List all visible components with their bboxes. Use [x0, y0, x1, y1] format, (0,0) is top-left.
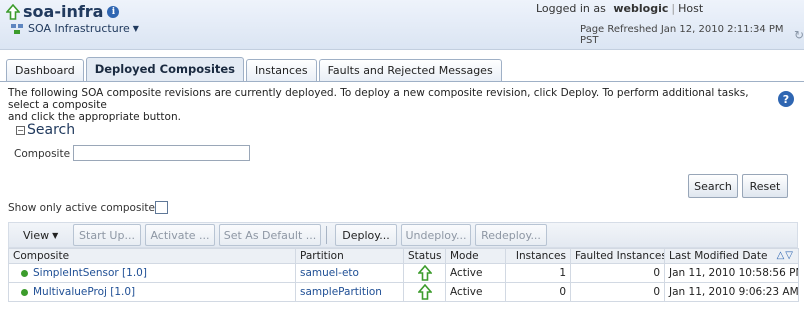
up-status-icon: [417, 284, 432, 300]
composite-input[interactable]: [73, 145, 250, 161]
deploy-button[interactable]: Deploy...: [335, 224, 397, 246]
composite-link[interactable]: MultivalueProj [1.0]: [33, 286, 135, 298]
column-header-last-modified[interactable]: Last Modified Date △▽: [664, 248, 799, 264]
search-heading: Search: [27, 122, 76, 138]
description-line-2: and click the appropriate button.: [8, 111, 181, 123]
sort-icon[interactable]: △▽: [777, 250, 794, 261]
view-menu-label: View: [23, 229, 50, 242]
composite-link[interactable]: SimpleIntSensor [1.0]: [33, 267, 147, 279]
target-menu-label: SOA Infrastructure: [28, 22, 130, 35]
page-title: soa-infra: [23, 2, 104, 21]
last-modified-cell: Jan 11, 2010 9:06:23 AM: [664, 282, 799, 302]
page-refreshed-text: Page Refreshed Jan 12, 2010 2:11:34 PM P…: [580, 24, 784, 46]
up-status-icon: [6, 3, 20, 20]
collapse-icon[interactable]: −: [16, 125, 25, 135]
active-status-dot-icon: [21, 269, 28, 277]
instances-cell: 1: [505, 263, 571, 283]
refresh-icon[interactable]: ↻: [794, 28, 804, 42]
target-menu[interactable]: SOA Infrastructure ▼: [10, 22, 139, 35]
help-icon[interactable]: ?: [778, 91, 794, 107]
set-as-default-button[interactable]: Set As Default ...: [219, 224, 321, 246]
last-modified-label: Last Modified Date: [669, 250, 768, 262]
user-name[interactable]: weblogic: [613, 2, 668, 15]
partition-link[interactable]: samplePartition: [300, 286, 382, 298]
faulted-instances-cell: 0: [570, 263, 665, 283]
column-header-composite[interactable]: Composite: [8, 248, 296, 264]
table-header-row: Composite Partition Status Mode Instance…: [8, 248, 799, 264]
instances-cell: 0: [505, 282, 571, 302]
page-header: soa-infra i SOA Infrastructure ▼ Logged …: [0, 0, 804, 50]
chevron-down-icon: ▼: [52, 231, 59, 240]
active-status-dot-icon: [21, 288, 28, 296]
soa-infrastructure-icon: [11, 23, 23, 34]
activate-button[interactable]: Activate ...: [145, 224, 215, 246]
mode-cell: Active: [445, 282, 506, 302]
search-button[interactable]: Search: [688, 174, 738, 198]
tab-dashboard[interactable]: Dashboard: [6, 59, 84, 82]
refresh-status: Page Refreshed Jan 12, 2010 2:11:34 PM P…: [580, 24, 804, 46]
start-up-button[interactable]: Start Up...: [73, 224, 141, 246]
faulted-instances-cell: 0: [570, 282, 665, 302]
mode-cell: Active: [445, 263, 506, 283]
table-toolbar: View ▼ Start Up... Activate ... Set As D…: [8, 222, 798, 248]
table-row[interactable]: MultivalueProj [1.0] samplePartition Act…: [8, 282, 799, 302]
description-line-1: The following SOA composite revisions ar…: [8, 87, 749, 111]
redeploy-button[interactable]: Redeploy...: [475, 224, 547, 246]
info-icon[interactable]: i: [107, 5, 120, 18]
column-header-instances[interactable]: Instances: [505, 248, 571, 264]
composite-label: Composite: [14, 148, 71, 160]
status-cell: [403, 282, 446, 302]
chevron-down-icon: ▼: [132, 24, 139, 33]
column-header-faulted-instances[interactable]: Faulted Instances: [570, 248, 665, 264]
tab-divider: [0, 81, 804, 82]
table-row[interactable]: SimpleIntSensor [1.0] samuel-eto Active …: [8, 263, 799, 283]
tab-instances[interactable]: Instances: [246, 59, 317, 82]
composites-table: Composite Partition Status Mode Instance…: [8, 248, 799, 302]
reset-button[interactable]: Reset: [742, 174, 788, 198]
status-cell: [403, 263, 446, 283]
search-section-header[interactable]: − Search: [16, 122, 75, 138]
show-active-checkbox[interactable]: [155, 201, 168, 214]
toolbar-separator: [326, 226, 327, 244]
login-info: Logged in as weblogic | Host: [536, 2, 704, 15]
column-header-mode[interactable]: Mode: [445, 248, 506, 264]
last-modified-cell: Jan 11, 2010 10:58:56 PM: [664, 263, 799, 283]
undeploy-button[interactable]: Undeploy...: [401, 224, 471, 246]
column-header-status[interactable]: Status: [403, 248, 446, 264]
column-header-partition[interactable]: Partition: [295, 248, 404, 264]
view-menu[interactable]: View ▼: [23, 229, 58, 242]
tab-deployed-composites[interactable]: Deployed Composites: [85, 57, 245, 82]
logged-in-label: Logged in as: [536, 2, 606, 15]
partition-link[interactable]: samuel-eto: [300, 267, 359, 279]
tab-faults-rejected-messages[interactable]: Faults and Rejected Messages: [318, 59, 502, 82]
tab-bar: Dashboard Deployed Composites Instances …: [6, 56, 504, 82]
show-active-label: Show only active composites: [8, 202, 161, 214]
host-label[interactable]: Host: [678, 2, 703, 15]
up-status-icon: [417, 265, 432, 281]
page-description: The following SOA composite revisions ar…: [8, 87, 778, 123]
title-row: soa-infra i: [6, 2, 120, 21]
